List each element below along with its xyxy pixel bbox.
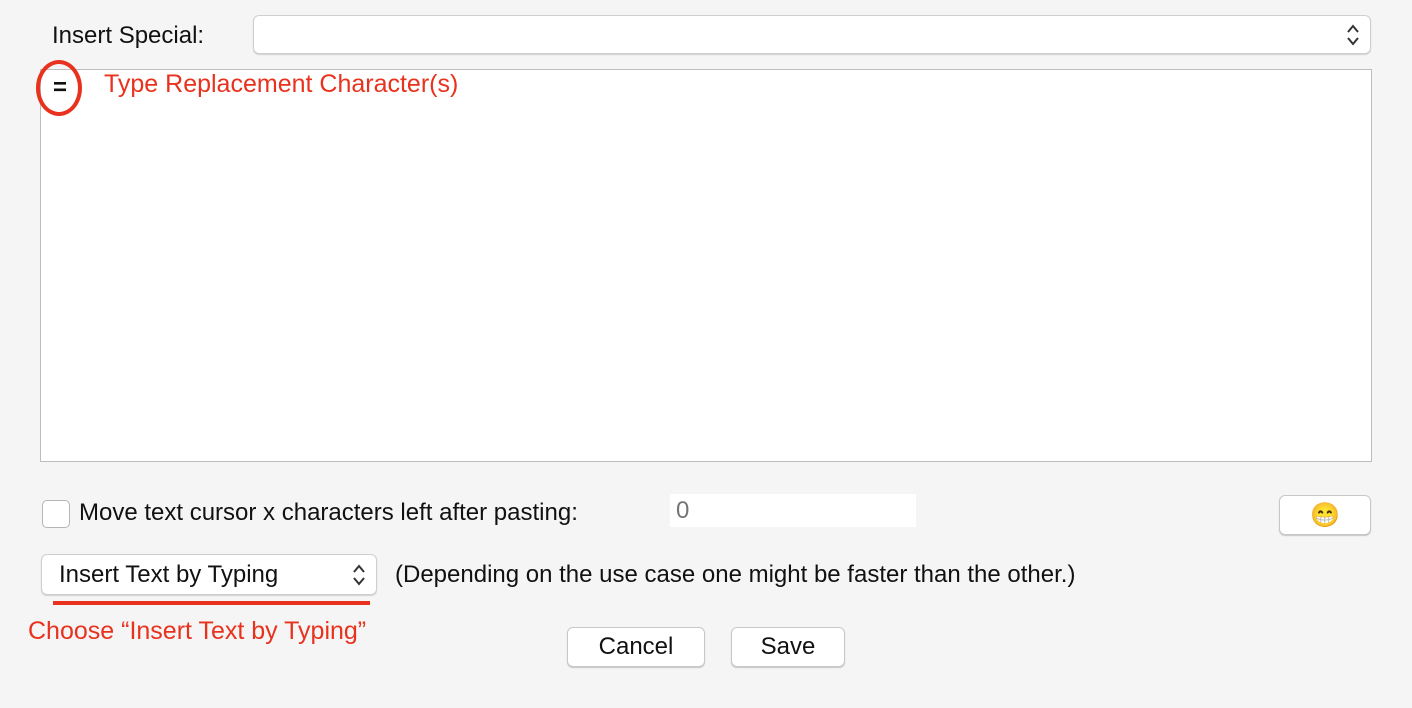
up-down-chevron-icon bbox=[1347, 23, 1359, 46]
emoji-button[interactable]: 😁 bbox=[1279, 495, 1371, 535]
insert-mode-select[interactable]: Insert Text by Typing bbox=[41, 554, 377, 595]
insert-special-select[interactable] bbox=[253, 15, 1371, 54]
cancel-button[interactable]: Cancel bbox=[567, 627, 705, 667]
annotation-underline bbox=[53, 601, 370, 605]
move-cursor-checkbox[interactable] bbox=[42, 500, 70, 528]
up-down-chevron-icon bbox=[353, 563, 365, 586]
insert-mode-value: Insert Text by Typing bbox=[59, 561, 279, 588]
annotation-choose-typing: Choose “Insert Text by Typing” bbox=[28, 617, 367, 645]
save-button[interactable]: Save bbox=[731, 627, 845, 667]
replacement-text-editor[interactable]: = bbox=[40, 69, 1372, 462]
annotation-type-replacement: Type Replacement Character(s) bbox=[104, 70, 459, 98]
grimacing-face-icon: 😁 bbox=[1310, 501, 1340, 529]
annotation-circle bbox=[36, 60, 82, 116]
insert-mode-note: (Depending on the use case one might be … bbox=[395, 561, 1076, 588]
cursor-offset-input[interactable] bbox=[670, 494, 916, 527]
move-cursor-label: Move text cursor x characters left after… bbox=[79, 499, 578, 526]
insert-special-label: Insert Special: bbox=[52, 22, 205, 49]
